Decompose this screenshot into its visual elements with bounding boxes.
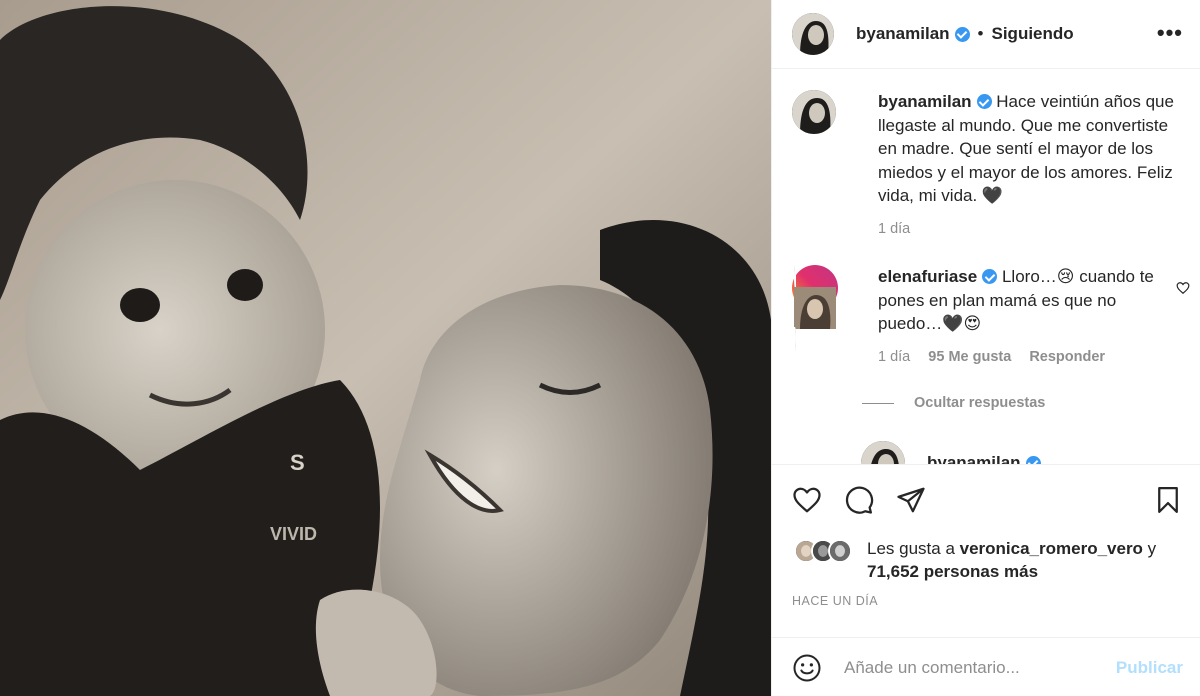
likes-count[interactable]: 71,652 personas más — [867, 562, 1038, 581]
separator-dot: • — [977, 24, 984, 43]
more-options-icon[interactable]: ••• — [1157, 20, 1183, 46]
svg-text:VIVID: VIVID — [270, 524, 317, 544]
emoji-icon[interactable] — [792, 653, 822, 683]
mother-and-baby-photo: S VIVID — [0, 0, 771, 696]
verified-badge-icon — [976, 94, 992, 109]
following-button[interactable]: Siguiendo — [992, 24, 1074, 44]
likes-suffix: y — [1142, 539, 1157, 558]
caption-author-avatar[interactable] — [792, 90, 836, 134]
comment-icon[interactable] — [844, 485, 874, 515]
author-username[interactable]: byanamilan — [856, 24, 950, 44]
verified-badge-icon — [954, 26, 970, 42]
verified-badge-icon — [1025, 455, 1041, 464]
author-avatar[interactable] — [792, 13, 834, 55]
comment-username[interactable]: elenafuriase — [878, 267, 977, 286]
liker-avatar[interactable] — [828, 539, 852, 563]
comment-item: elenafuriase Lloro…😢 cuando te pones en … — [792, 265, 1192, 365]
svg-text:S: S — [290, 450, 305, 475]
post-sidebar: byanamilan • Siguiendo ••• byanamilan Ha… — [771, 0, 1200, 696]
post-caption: byanamilan Hace veintiún años que llegas… — [792, 90, 1178, 237]
heart-icon[interactable] — [792, 485, 822, 515]
comment-time[interactable]: 1 día — [878, 349, 910, 365]
like-comment-icon[interactable] — [1176, 281, 1190, 295]
reply-item: byanamilan — [861, 441, 1041, 464]
liker-avatars — [794, 539, 852, 583]
comment-text-block: elenafuriase Lloro…😢 cuando te pones en … — [878, 265, 1168, 336]
commenter-avatar-story-ring[interactable] — [792, 265, 838, 350]
publish-button[interactable]: Publicar — [1116, 658, 1183, 678]
caption-text-block: byanamilan Hace veintiún años que llegas… — [878, 90, 1178, 208]
caption-username[interactable]: byanamilan — [878, 92, 972, 111]
add-comment-bar: Publicar — [772, 637, 1200, 696]
likes-user[interactable]: veronica_romero_vero — [960, 539, 1143, 558]
caption-meta: 1 día — [878, 221, 1178, 237]
replies-divider — [862, 402, 894, 404]
reply-author-avatar[interactable] — [861, 441, 905, 464]
comment-likes-count[interactable]: 95 Me gusta — [928, 349, 1011, 365]
reply-options-icon[interactable]: ... — [1172, 456, 1185, 464]
hide-replies-label: Ocultar respuestas — [914, 395, 1046, 411]
commenter-avatar — [794, 265, 836, 350]
post-timestamp[interactable]: HACE UN DÍA — [792, 594, 878, 608]
comments-list[interactable]: byanamilan Hace veintiún años que llegas… — [772, 70, 1200, 464]
comment-input[interactable] — [844, 657, 1094, 678]
instagram-post: S VIVID byanamilan • Siguiendo ••• byana… — [0, 0, 1200, 696]
reply-button[interactable]: Responder — [1029, 349, 1105, 365]
post-header: byanamilan • Siguiendo ••• — [772, 0, 1200, 69]
reply-username[interactable]: byanamilan — [927, 453, 1021, 464]
verified-badge-icon — [982, 269, 998, 284]
bookmark-icon[interactable] — [1153, 485, 1183, 515]
share-icon[interactable] — [896, 485, 926, 515]
hide-replies-button[interactable]: Ocultar respuestas — [862, 395, 1045, 411]
likes-prefix: Les gusta a — [867, 539, 960, 558]
caption-time[interactable]: 1 día — [878, 221, 910, 237]
post-actions-area: Les gusta a veronica_romero_vero y 71,65… — [772, 464, 1200, 696]
post-photo[interactable]: S VIVID — [0, 0, 771, 696]
likes-summary: Les gusta a veronica_romero_vero y 71,65… — [794, 537, 1156, 583]
comment-meta: 1 día 95 Me gusta Responder — [878, 349, 1168, 365]
action-bar — [792, 485, 926, 515]
likes-text: Les gusta a veronica_romero_vero y 71,65… — [867, 537, 1156, 583]
